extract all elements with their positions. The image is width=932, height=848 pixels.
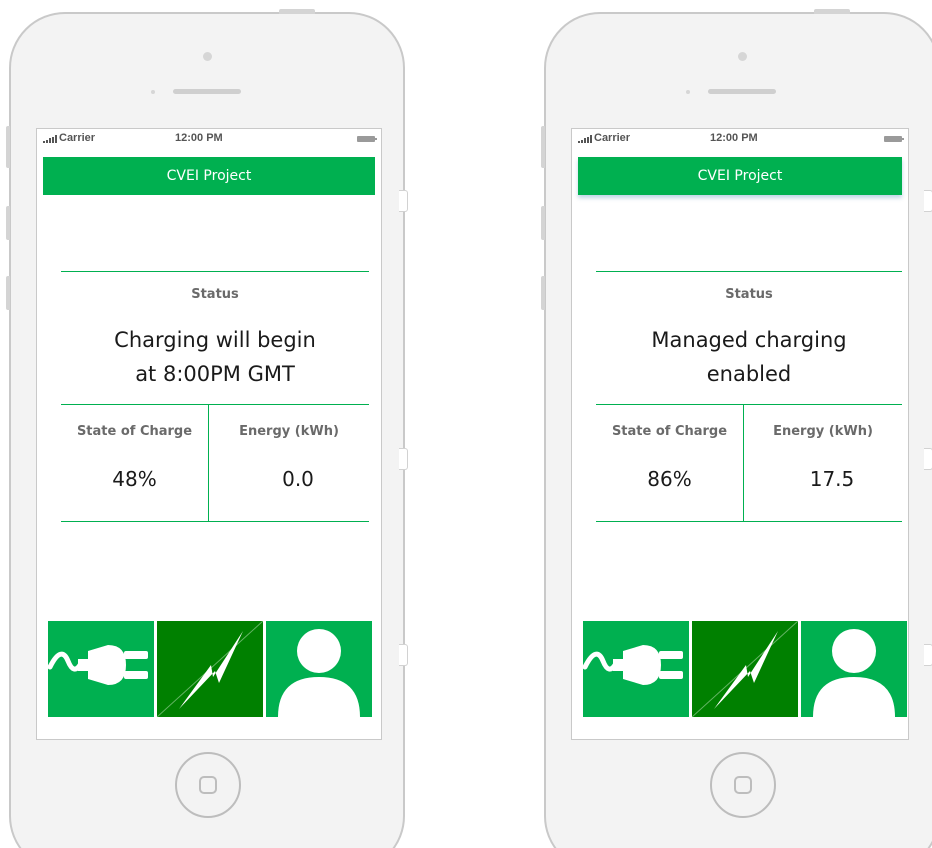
volume-down-button <box>6 276 10 310</box>
app-title: CVEI Project <box>697 168 783 184</box>
signal-icon <box>43 135 57 143</box>
state-of-charge-value: 86% <box>647 467 692 491</box>
tab-charging[interactable] <box>157 621 263 717</box>
phone-frame-right: Carrier 12:00 PM CVEI Project Status Man… <box>541 9 932 848</box>
status-label: Status <box>191 287 239 302</box>
energy-metric: Energy (kWh) 17.5 <box>744 404 902 522</box>
state-of-charge-label: State of Charge <box>611 424 728 439</box>
home-button[interactable] <box>175 752 241 818</box>
proximity-sensor <box>151 90 155 94</box>
frame-nub <box>399 448 408 470</box>
status-bar: Carrier 12:00 PM <box>572 129 908 149</box>
home-button[interactable] <box>710 752 776 818</box>
app-header: CVEI Project <box>578 157 902 195</box>
lightning-icon <box>692 621 798 717</box>
proximity-sensor <box>686 90 690 94</box>
state-of-charge-label: State of Charge <box>76 424 193 439</box>
status-time: 12:00 PM <box>710 132 758 144</box>
frame-nub <box>924 644 932 666</box>
volume-up-button <box>541 206 545 240</box>
status-message: Charging will begin at 8:00PM GMT <box>114 328 316 386</box>
tab-charging[interactable] <box>692 621 798 717</box>
energy-metric: Energy (kWh) 0.0 <box>209 404 369 522</box>
phone-frame-left: Carrier 12:00 PM CVEI Project Status Cha… <box>6 9 408 848</box>
app-header: CVEI Project <box>43 157 375 195</box>
status-message: Managed charging enabled <box>651 328 847 386</box>
state-of-charge-metric: State of Charge 86% <box>596 404 743 522</box>
plug-icon <box>583 645 683 685</box>
lightning-icon <box>157 621 263 717</box>
plug-icon <box>48 645 148 685</box>
power-button <box>814 9 850 14</box>
divider <box>596 521 902 522</box>
tab-plug[interactable] <box>583 621 689 717</box>
tab-bar <box>583 621 907 717</box>
phone-screen: Carrier 12:00 PM CVEI Project Status Cha… <box>36 128 382 740</box>
home-square-icon <box>734 776 752 794</box>
tab-user[interactable] <box>801 621 907 717</box>
app-title: CVEI Project <box>166 168 252 184</box>
battery-icon <box>357 136 377 142</box>
volume-up-button <box>6 206 10 240</box>
mute-switch <box>541 126 545 168</box>
carrier-name: Carrier <box>594 132 631 144</box>
frame-nub <box>924 448 932 470</box>
energy-label: Energy (kWh) <box>239 424 339 439</box>
frame-nub <box>399 190 408 212</box>
home-square-icon <box>199 776 217 794</box>
signal-icon <box>578 135 592 143</box>
energy-label: Energy (kWh) <box>773 424 873 439</box>
power-button <box>279 9 315 14</box>
mute-switch <box>6 126 10 168</box>
battery-icon <box>884 136 904 142</box>
divider <box>61 271 369 272</box>
front-camera <box>203 52 212 61</box>
status-time: 12:00 PM <box>175 132 223 144</box>
tab-bar <box>48 621 372 717</box>
user-icon <box>278 629 360 717</box>
volume-down-button <box>541 276 545 310</box>
earpiece-speaker <box>173 89 241 94</box>
front-camera <box>738 52 747 61</box>
earpiece-speaker <box>708 89 776 94</box>
carrier-name: Carrier <box>59 132 96 144</box>
phone-screen: Carrier 12:00 PM CVEI Project Status Man… <box>571 128 909 740</box>
status-label: Status <box>725 287 773 302</box>
user-icon <box>813 629 895 717</box>
energy-value: 0.0 <box>282 467 314 491</box>
tab-plug[interactable] <box>48 621 154 717</box>
frame-nub <box>924 190 932 212</box>
mockup-stage: Carrier 12:00 PM CVEI Project Status Cha… <box>0 0 932 848</box>
divider <box>596 271 902 272</box>
state-of-charge-value: 48% <box>112 467 157 491</box>
frame-nub <box>399 644 408 666</box>
tab-user[interactable] <box>266 621 372 717</box>
energy-value: 17.5 <box>809 467 855 491</box>
divider <box>61 521 369 522</box>
state-of-charge-metric: State of Charge 48% <box>61 404 208 522</box>
status-bar: Carrier 12:00 PM <box>37 129 381 149</box>
